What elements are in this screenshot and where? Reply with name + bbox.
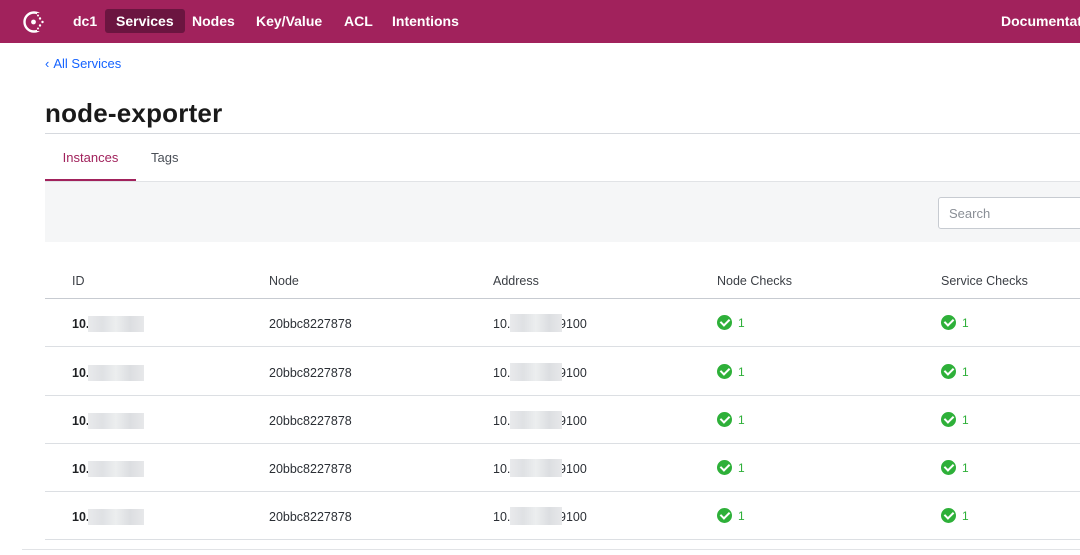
column-header-node-checks: Node Checks — [717, 274, 793, 288]
check-circle-icon — [717, 508, 732, 524]
nav-intentions[interactable]: Intentions — [381, 9, 470, 33]
instance-id: 10. — [72, 317, 90, 331]
divider — [22, 549, 1080, 550]
service-checks: 1 — [941, 460, 969, 476]
filter-bar — [45, 182, 1080, 242]
check-circle-icon — [941, 508, 956, 524]
check-circle-icon — [717, 315, 732, 331]
table-row[interactable]: 10.2 20bbc8227878 10. 9100 1 1 — [45, 396, 1080, 444]
node-checks-count: 1 — [738, 364, 745, 379]
instance-id: 10. — [72, 510, 90, 524]
redacted-mask — [510, 507, 562, 525]
node-checks-count: 1 — [738, 460, 745, 475]
instance-node[interactable]: 20bbc8227878 — [269, 462, 352, 476]
check-circle-icon — [941, 364, 956, 380]
instance-id: 10. — [72, 462, 90, 476]
check-circle-icon — [717, 460, 732, 476]
check-circle-icon — [941, 412, 956, 428]
table-row[interactable]: 10. 20bbc8227878 10. :9100 1 1 — [45, 492, 1080, 540]
redacted-mask — [510, 363, 562, 381]
node-checks-count: 1 — [738, 508, 745, 523]
check-circle-icon — [717, 412, 732, 428]
redacted-mask — [88, 509, 144, 525]
breadcrumb-all-services[interactable]: ‹ All Services — [45, 56, 121, 71]
search-input[interactable] — [938, 197, 1080, 229]
check-circle-icon — [941, 460, 956, 476]
redacted-mask — [88, 316, 144, 332]
datacenter-selector[interactable]: dc1 — [62, 9, 108, 33]
service-checks-count: 1 — [962, 508, 969, 523]
node-checks: 1 — [717, 508, 745, 524]
redacted-mask — [510, 411, 562, 429]
consul-logo-icon[interactable] — [21, 8, 49, 36]
service-checks: 1 — [941, 315, 969, 331]
tab-tags[interactable]: Tags — [151, 150, 178, 181]
nav-documentation[interactable]: Documentat — [990, 9, 1080, 33]
service-checks-count: 1 — [962, 412, 969, 427]
column-header-id: ID — [72, 274, 85, 288]
service-checks: 1 — [941, 412, 969, 428]
nav-acl[interactable]: ACL — [333, 9, 384, 33]
node-checks: 1 — [717, 460, 745, 476]
instance-node[interactable]: 20bbc8227878 — [269, 414, 352, 428]
nav-nodes[interactable]: Nodes — [181, 9, 246, 33]
instance-node[interactable]: 20bbc8227878 — [269, 317, 352, 331]
instance-node[interactable]: 20bbc8227878 — [269, 366, 352, 380]
column-header-node: Node — [269, 274, 299, 288]
redacted-mask — [510, 459, 562, 477]
table-row[interactable]: 10. 20bbc8227878 10. 9100 1 1 — [45, 299, 1080, 347]
redacted-mask — [510, 314, 562, 332]
service-checks: 1 — [941, 364, 969, 380]
table-row[interactable]: 10.2 20bbc8227878 10. 9100 1 1 — [45, 348, 1080, 396]
page-title: node-exporter — [45, 98, 223, 128]
node-checks: 1 — [717, 364, 745, 380]
column-header-address: Address — [493, 274, 539, 288]
redacted-mask — [88, 461, 144, 477]
tab-instances[interactable]: Instances — [45, 150, 136, 181]
redacted-mask — [88, 365, 144, 381]
divider — [45, 133, 1080, 134]
service-checks-count: 1 — [962, 315, 969, 330]
node-checks: 1 — [717, 315, 745, 331]
service-checks: 1 — [941, 508, 969, 524]
nav-key-value[interactable]: Key/Value — [245, 9, 333, 33]
breadcrumb-label: All Services — [53, 56, 122, 71]
nav-services[interactable]: Services — [105, 9, 185, 33]
node-checks-count: 1 — [738, 412, 745, 427]
check-circle-icon — [941, 315, 956, 331]
column-header-service-checks: Service Checks — [941, 274, 1028, 288]
check-circle-icon — [717, 364, 732, 380]
service-checks-count: 1 — [962, 460, 969, 475]
service-checks-count: 1 — [962, 364, 969, 379]
chevron-left-icon: ‹ — [45, 56, 50, 71]
node-checks: 1 — [717, 412, 745, 428]
top-navigation: dc1 Services Nodes Key/Value ACL Intenti… — [0, 0, 1080, 43]
instance-node[interactable]: 20bbc8227878 — [269, 510, 352, 524]
redacted-mask — [88, 413, 144, 429]
node-checks-count: 1 — [738, 315, 745, 330]
table-row[interactable]: 10. 20bbc8227878 10. 9100 1 1 — [45, 444, 1080, 492]
